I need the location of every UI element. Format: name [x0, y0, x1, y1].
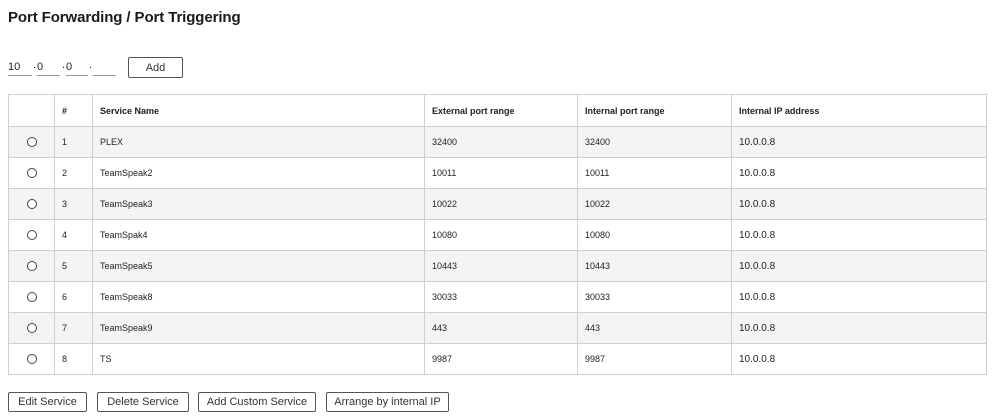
row-external-port: 30033	[424, 281, 578, 313]
table-row[interactable]: 7 TeamSpeak9 443 443 10.0.0.8	[8, 312, 987, 344]
row-radio-button[interactable]	[26, 354, 37, 365]
table-row[interactable]: 6 TeamSpeak8 30033 30033 10.0.0.8	[8, 281, 987, 313]
row-number: 2	[54, 157, 93, 189]
ip-dot-2: .	[62, 59, 66, 71]
row-select-cell	[8, 219, 55, 251]
row-select-cell	[8, 126, 55, 158]
row-select-cell	[8, 312, 55, 344]
table-row[interactable]: 4 TeamSpak4 10080 10080 10.0.0.8	[8, 219, 987, 251]
header-service-name: Service Name	[92, 94, 425, 127]
row-internal-ip: 10.0.0.8	[731, 157, 987, 189]
row-internal-ip: 10.0.0.8	[731, 281, 987, 313]
row-service-name: TS	[92, 343, 425, 375]
row-external-port: 10011	[424, 157, 578, 189]
ip-dot-3: .	[89, 59, 93, 71]
row-radio-button[interactable]	[26, 323, 37, 334]
row-number: 5	[54, 250, 93, 282]
ip-dot-1: .	[33, 59, 37, 71]
row-service-name: TeamSpeak9	[92, 312, 425, 344]
row-internal-port: 30033	[577, 281, 732, 313]
row-number: 8	[54, 343, 93, 375]
delete-service-button[interactable]: Delete Service	[97, 392, 189, 412]
add-custom-service-button[interactable]: Add Custom Service	[198, 392, 316, 412]
arrange-by-internal-ip-button[interactable]: Arrange by internal IP	[326, 392, 449, 412]
row-service-name: TeamSpeak5	[92, 250, 425, 282]
row-number: 4	[54, 219, 93, 251]
add-button[interactable]: Add	[128, 57, 183, 78]
row-external-port: 10443	[424, 250, 578, 282]
table-row[interactable]: 1 PLEX 32400 32400 10.0.0.8	[8, 126, 987, 158]
table-row[interactable]: 2 TeamSpeak2 10011 10011 10.0.0.8	[8, 157, 987, 189]
row-internal-port: 10011	[577, 157, 732, 189]
table-row[interactable]: 8 TS 9987 9987 10.0.0.8	[8, 343, 987, 375]
edit-service-button[interactable]: Edit Service	[8, 392, 87, 412]
row-radio-button[interactable]	[26, 230, 37, 241]
row-external-port: 10080	[424, 219, 578, 251]
row-internal-port: 10022	[577, 188, 732, 220]
row-external-port: 443	[424, 312, 578, 344]
row-radio-button[interactable]	[26, 261, 37, 272]
row-internal-ip: 10.0.0.8	[731, 312, 987, 344]
row-service-name: TeamSpeak2	[92, 157, 425, 189]
row-internal-ip: 10.0.0.8	[731, 188, 987, 220]
page-title: Port Forwarding / Port Triggering	[8, 9, 241, 26]
table-header-row: # Service Name External port range Inter…	[8, 94, 987, 127]
header-internal-ip-address: Internal IP address	[731, 94, 987, 127]
row-number: 3	[54, 188, 93, 220]
row-service-name: TeamSpeak8	[92, 281, 425, 313]
row-select-cell	[8, 250, 55, 282]
row-internal-ip: 10.0.0.8	[731, 250, 987, 282]
table-row[interactable]: 5 TeamSpeak5 10443 10443 10.0.0.8	[8, 250, 987, 282]
header-select	[8, 94, 55, 127]
row-radio-button[interactable]	[26, 292, 37, 303]
row-select-cell	[8, 188, 55, 220]
row-number: 6	[54, 281, 93, 313]
row-internal-ip: 10.0.0.8	[731, 126, 987, 158]
row-select-cell	[8, 157, 55, 189]
port-forwarding-table: # Service Name External port range Inter…	[8, 94, 987, 375]
row-radio-button[interactable]	[26, 137, 37, 148]
row-internal-port: 9987	[577, 343, 732, 375]
header-internal-port-range: Internal port range	[577, 94, 732, 127]
row-internal-ip: 10.0.0.8	[731, 343, 987, 375]
row-internal-ip: 10.0.0.8	[731, 219, 987, 251]
row-service-name: TeamSpak4	[92, 219, 425, 251]
row-number: 7	[54, 312, 93, 344]
header-external-port-range: External port range	[424, 94, 578, 127]
row-select-cell	[8, 281, 55, 313]
row-radio-button[interactable]	[26, 168, 37, 179]
ip-octet-1-input[interactable]	[8, 58, 32, 76]
row-internal-port: 10443	[577, 250, 732, 282]
row-internal-port: 443	[577, 312, 732, 344]
row-number: 1	[54, 126, 93, 158]
row-internal-port: 10080	[577, 219, 732, 251]
row-internal-port: 32400	[577, 126, 732, 158]
ip-octet-4-input[interactable]	[93, 58, 116, 76]
ip-octet-2-input[interactable]	[37, 58, 60, 76]
row-external-port: 10022	[424, 188, 578, 220]
row-external-port: 32400	[424, 126, 578, 158]
header-number: #	[54, 94, 93, 127]
row-service-name: TeamSpeak3	[92, 188, 425, 220]
row-service-name: PLEX	[92, 126, 425, 158]
table-row[interactable]: 3 TeamSpeak3 10022 10022 10.0.0.8	[8, 188, 987, 220]
row-select-cell	[8, 343, 55, 375]
row-radio-button[interactable]	[26, 199, 37, 210]
row-external-port: 9987	[424, 343, 578, 375]
ip-octet-3-input[interactable]	[66, 58, 88, 76]
